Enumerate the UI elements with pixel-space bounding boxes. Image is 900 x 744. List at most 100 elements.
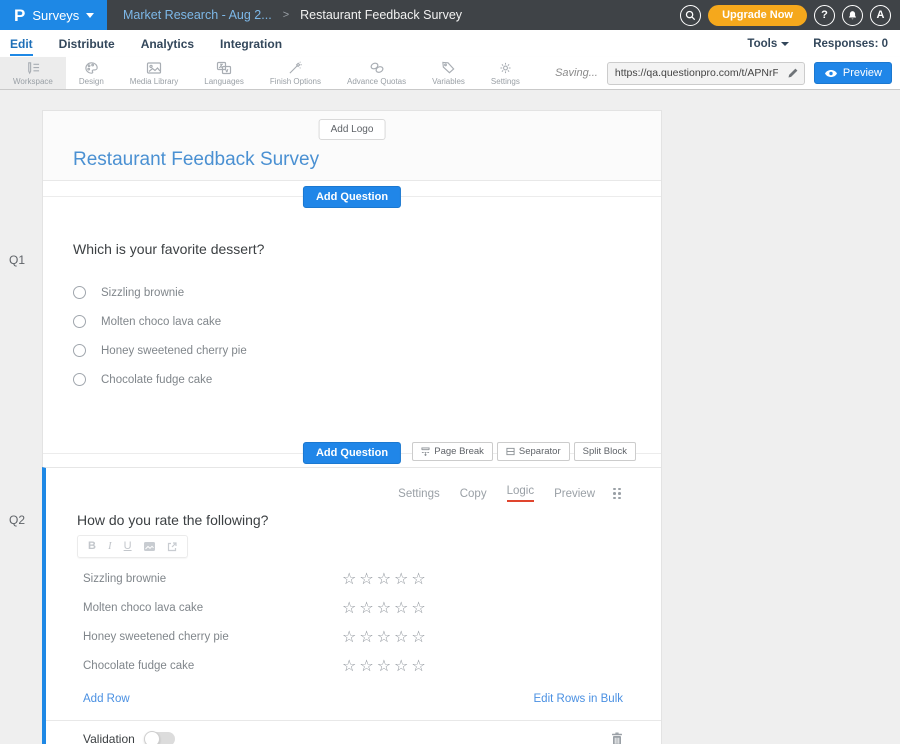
insert-image-button[interactable] xyxy=(144,542,155,551)
upgrade-now-button[interactable]: Upgrade Now xyxy=(708,5,807,26)
option-label[interactable]: Sizzling brownie xyxy=(101,287,184,299)
notifications-button[interactable] xyxy=(842,5,863,26)
trash-icon xyxy=(611,732,623,744)
star-icon[interactable]: ☆ xyxy=(377,658,391,674)
radio-button[interactable] xyxy=(73,286,86,299)
question2-id-label: Q2 xyxy=(9,513,25,527)
search-icon xyxy=(685,10,696,21)
design-icon xyxy=(84,61,99,75)
star-icon[interactable]: ☆ xyxy=(377,629,391,645)
toolbar-item-design[interactable]: Design xyxy=(66,57,117,89)
italic-button[interactable]: I xyxy=(108,541,112,552)
toolbar-item-media-library[interactable]: Media Library xyxy=(117,57,191,89)
nav-tabs: Edit Distribute Analytics Integration xyxy=(10,32,282,56)
star-icon[interactable]: ☆ xyxy=(394,571,408,587)
tools-menu[interactable]: Tools xyxy=(747,38,789,50)
tab-distribute[interactable]: Distribute xyxy=(59,32,115,56)
breadcrumb-parent[interactable]: Market Research - Aug 2... xyxy=(123,8,272,22)
option-label[interactable]: Molten choco lava cake xyxy=(101,316,221,328)
search-button[interactable] xyxy=(680,5,701,26)
star-icon[interactable]: ☆ xyxy=(411,629,425,645)
delete-question-button[interactable] xyxy=(611,732,623,744)
avatar[interactable]: A xyxy=(870,5,891,26)
survey-url-input[interactable] xyxy=(608,67,782,79)
row-label[interactable]: Molten choco lava cake xyxy=(83,602,342,614)
star-icon[interactable]: ☆ xyxy=(359,629,373,645)
toolbar-item-languages[interactable]: Languages xyxy=(191,57,257,89)
help-button[interactable]: ? xyxy=(814,5,835,26)
option-label[interactable]: Chocolate fudge cake xyxy=(101,374,212,386)
star-icon[interactable]: ☆ xyxy=(359,658,373,674)
star-icon[interactable]: ☆ xyxy=(411,571,425,587)
surveys-menu[interactable]: P Surveys xyxy=(0,0,107,30)
edit-url-button[interactable] xyxy=(782,67,804,79)
question-copy-menu[interactable]: Copy xyxy=(460,488,487,500)
radio-button[interactable] xyxy=(73,315,86,328)
toolbar-item-workspace[interactable]: Workspace xyxy=(0,57,66,89)
settings-icon xyxy=(498,61,513,75)
format-toolbar: B I U xyxy=(77,535,188,558)
tab-edit[interactable]: Edit xyxy=(10,32,33,56)
star-icon[interactable]: ☆ xyxy=(342,658,356,674)
row-label[interactable]: Honey sweetened cherry pie xyxy=(83,631,342,643)
question-logic-menu[interactable]: Logic xyxy=(507,485,535,502)
star-icon[interactable]: ☆ xyxy=(342,629,356,645)
topbar: P Surveys Market Research - Aug 2... > R… xyxy=(0,0,900,30)
validation-toggle[interactable] xyxy=(145,732,175,744)
toolbar-item-settings[interactable]: Settings xyxy=(478,57,533,89)
more-options-icon[interactable] xyxy=(613,488,621,500)
responses-count[interactable]: Responses: 0 xyxy=(813,38,888,50)
saving-status: Saving... xyxy=(555,67,598,79)
radio-button[interactable] xyxy=(73,373,86,386)
preview-button[interactable]: Preview xyxy=(814,62,892,84)
add-question-button-2[interactable]: Add Question xyxy=(303,442,401,464)
nav-bar: Edit Distribute Analytics Integration To… xyxy=(0,30,900,57)
option-label[interactable]: Honey sweetened cherry pie xyxy=(101,345,247,357)
topbar-actions: Upgrade Now ? A xyxy=(680,5,900,26)
chevron-down-icon xyxy=(86,13,94,18)
row-label[interactable]: Chocolate fudge cake xyxy=(83,660,342,672)
nav-right: Tools Responses: 0 xyxy=(747,38,888,50)
star-icon[interactable]: ☆ xyxy=(394,629,408,645)
add-question-button-1[interactable]: Add Question xyxy=(303,186,401,208)
survey-title[interactable]: Restaurant Feedback Survey xyxy=(73,149,319,171)
add-row-link[interactable]: Add Row xyxy=(83,693,130,705)
underline-button[interactable]: U xyxy=(124,541,132,552)
star-icon[interactable]: ☆ xyxy=(342,571,356,587)
question-preview-menu[interactable]: Preview xyxy=(554,488,595,500)
radio-button[interactable] xyxy=(73,344,86,357)
star-icon[interactable]: ☆ xyxy=(359,600,373,616)
edit-rows-in-bulk-link[interactable]: Edit Rows in Bulk xyxy=(534,693,623,705)
external-link-button[interactable] xyxy=(167,542,177,552)
toolbar-right: Saving... Preview xyxy=(555,57,900,89)
option-row: Honey sweetened cherry pie xyxy=(73,336,661,365)
page-break-button[interactable]: Page Break xyxy=(412,442,493,461)
questionpro-logo: P xyxy=(14,7,25,24)
star-icon[interactable]: ☆ xyxy=(359,571,373,587)
star-icon[interactable]: ☆ xyxy=(342,600,356,616)
star-icon[interactable]: ☆ xyxy=(394,600,408,616)
toolbar-item-advance-quotas[interactable]: Advance Quotas xyxy=(334,57,419,89)
star-icon[interactable]: ☆ xyxy=(394,658,408,674)
bold-button[interactable]: B xyxy=(88,541,96,552)
split-block-button[interactable]: Split Block xyxy=(574,442,636,461)
eye-icon xyxy=(824,69,838,78)
add-logo-button[interactable]: Add Logo xyxy=(319,119,386,140)
separator-button[interactable]: Separator xyxy=(497,442,570,461)
question2-text[interactable]: How do you rate the following? xyxy=(77,512,661,528)
star-icon[interactable]: ☆ xyxy=(377,600,391,616)
star-icon[interactable]: ☆ xyxy=(377,571,391,587)
tab-integration[interactable]: Integration xyxy=(220,32,282,56)
row-label[interactable]: Sizzling brownie xyxy=(83,573,342,585)
question-settings-menu[interactable]: Settings xyxy=(398,488,440,500)
survey-workspace: Q1 Q2 Add Logo Restaurant Feedback Surve… xyxy=(0,90,900,744)
tab-analytics[interactable]: Analytics xyxy=(141,32,194,56)
star-icon[interactable]: ☆ xyxy=(411,600,425,616)
toolbar-item-variables[interactable]: Variables xyxy=(419,57,478,89)
question1-text[interactable]: Which is your favorite dessert? xyxy=(73,241,661,257)
toolbar-item-finish-options[interactable]: Finish Options xyxy=(257,57,334,89)
finish-options-icon xyxy=(288,61,303,75)
star-rating: ☆☆☆☆☆ xyxy=(342,600,426,616)
star-icon[interactable]: ☆ xyxy=(411,658,425,674)
star-rating: ☆☆☆☆☆ xyxy=(342,629,426,645)
